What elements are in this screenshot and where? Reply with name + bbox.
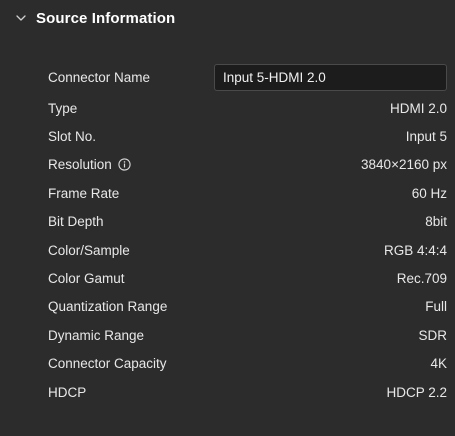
- field-label-color-sample: Color/Sample: [48, 243, 130, 258]
- field-label-hdcp: HDCP: [48, 385, 86, 400]
- field-row-connector-name: Connector Name: [0, 60, 455, 94]
- field-label-quantization-range: Quantization Range: [48, 299, 167, 314]
- field-list: Connector Name Type HDMI 2.0 Slot No. Input…: [0, 60, 455, 406]
- field-label-text-color-gamut: Color Gamut: [48, 271, 125, 287]
- field-value-bit-depth: 8bit: [425, 214, 447, 230]
- field-row-frame-rate: Frame Rate 60 Hz: [0, 179, 455, 207]
- field-value-color-sample: RGB 4:4:4: [383, 242, 447, 258]
- field-label-bit-depth: Bit Depth: [48, 214, 104, 229]
- info-icon[interactable]: [118, 158, 132, 172]
- field-row-bit-depth: Bit Depth 8bit: [0, 208, 455, 236]
- field-row-connector-capacity: Connector Capacity 4K: [0, 350, 455, 378]
- field-label-text-bit-depth: Bit Depth: [48, 214, 104, 230]
- field-label-type: Type: [48, 101, 77, 116]
- chevron-down-icon[interactable]: [14, 11, 28, 25]
- field-value-color-gamut: Rec.709: [396, 271, 447, 287]
- field-label-text-connector-capacity: Connector Capacity: [48, 356, 167, 372]
- field-value-slot-no: Input 5: [405, 129, 447, 145]
- field-value-dynamic-range: SDR: [418, 327, 447, 343]
- field-value-type: HDMI 2.0: [389, 100, 447, 116]
- field-label-text-hdcp: HDCP: [48, 384, 87, 400]
- field-label-text-resolution: Resolution: [48, 157, 112, 173]
- field-value-quantization-range: Full: [425, 299, 447, 315]
- connector-name-input[interactable]: [214, 63, 447, 91]
- field-label-resolution: Resolution: [48, 157, 132, 172]
- source-information-panel: Source Information Connector Name Type HD…: [0, 0, 455, 436]
- section-title: Source Information: [36, 9, 176, 27]
- field-label-text-color-sample: Color/Sample: [48, 242, 130, 258]
- field-label-frame-rate: Frame Rate: [48, 186, 119, 201]
- field-row-color-sample: Color/Sample RGB 4:4:4: [0, 236, 455, 264]
- field-label-text-dynamic-range: Dynamic Range: [48, 327, 145, 343]
- field-row-hdcp: HDCP HDCP 2.2: [0, 378, 455, 406]
- field-value-connector-capacity: 4K: [430, 356, 447, 372]
- field-row-slot-no: Slot No. Input 5: [0, 122, 455, 150]
- field-row-dynamic-range: Dynamic Range SDR: [0, 321, 455, 349]
- connector-name-input-wrapper: [214, 63, 447, 91]
- field-label-color-gamut: Color Gamut: [48, 271, 125, 286]
- field-value-resolution: 3840×2160 px: [361, 157, 447, 173]
- field-label-text-quantization-range: Quantization Range: [48, 299, 168, 315]
- field-rows: Type HDMI 2.0 Slot No. Input 5 Resolution 384…: [0, 94, 455, 406]
- field-label-text-type: Type: [48, 100, 78, 116]
- field-label-slot-no: Slot No.: [48, 129, 96, 144]
- field-value-hdcp: HDCP 2.2: [386, 384, 447, 400]
- field-row-quantization-range: Quantization Range Full: [0, 293, 455, 321]
- field-label-connector-capacity: Connector Capacity: [48, 356, 167, 371]
- field-label-text-slot-no: Slot No.: [48, 129, 97, 145]
- section-header-source-information[interactable]: Source Information: [0, 0, 455, 36]
- field-row-color-gamut: Color Gamut Rec.709: [0, 264, 455, 292]
- field-value-frame-rate: 60 Hz: [411, 185, 447, 201]
- field-label-connector-name: Connector Name: [48, 69, 151, 85]
- field-row-resolution: Resolution 3840×2160 px: [0, 151, 455, 179]
- field-label-dynamic-range: Dynamic Range: [48, 328, 144, 343]
- field-label-text-frame-rate: Frame Rate: [48, 185, 120, 201]
- field-row-type: Type HDMI 2.0: [0, 94, 455, 122]
